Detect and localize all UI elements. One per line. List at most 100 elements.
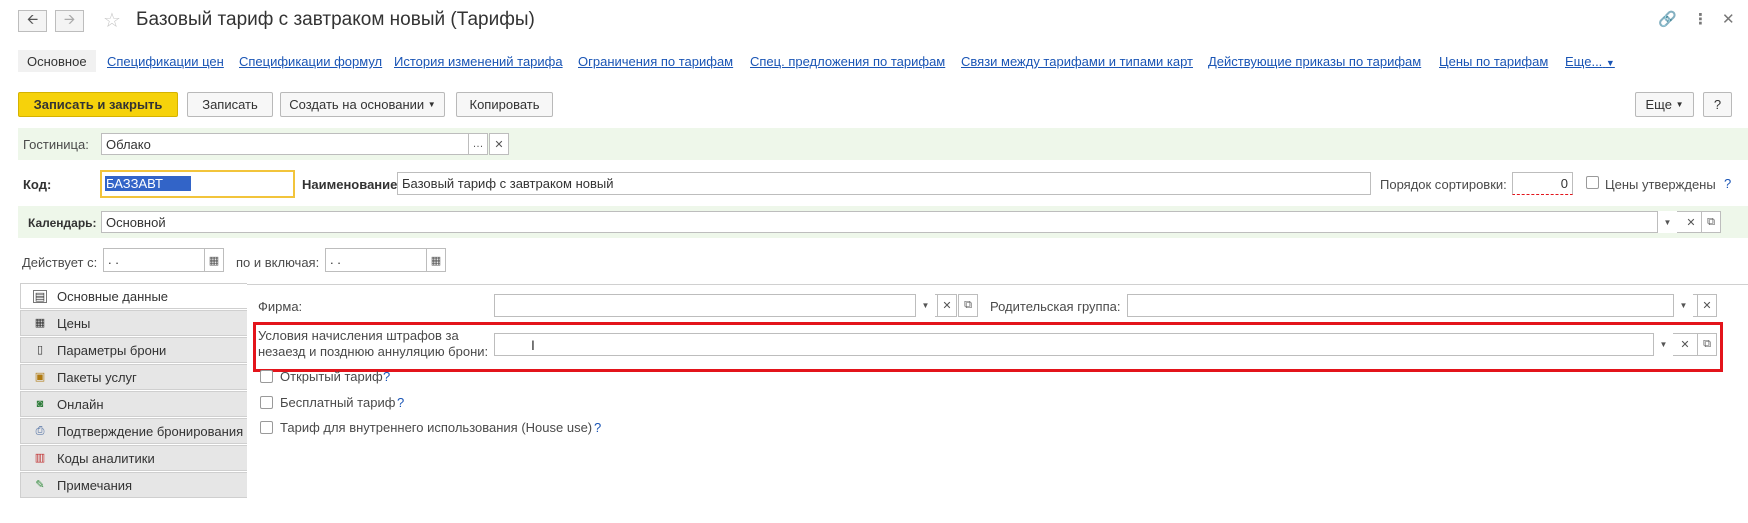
prices-approved-help[interactable]: ? bbox=[1724, 176, 1731, 191]
parent-group-field[interactable] bbox=[1127, 294, 1698, 317]
nav-link-card-links[interactable]: Связи между тарифами и типами карт bbox=[961, 54, 1193, 69]
create-based-button[interactable]: Создать на основании ▼ bbox=[280, 92, 445, 117]
firm-clear-button[interactable]: ✕ bbox=[937, 294, 957, 317]
link-icon[interactable]: 🔗 bbox=[1658, 10, 1677, 28]
code-value: БАЗЗАВТ bbox=[105, 176, 191, 191]
hotel-select-button[interactable]: … bbox=[468, 133, 488, 155]
parent-group-clear-button[interactable]: ✕ bbox=[1697, 294, 1717, 317]
calendar-dropdown-button[interactable]: ▼ bbox=[1657, 211, 1677, 233]
prices-approved-checkbox[interactable] bbox=[1586, 176, 1599, 189]
parent-group-dropdown-button[interactable]: ▼ bbox=[1673, 294, 1693, 317]
valid-to-label: по и включая: bbox=[236, 255, 320, 270]
tab-online[interactable]: ◙ Онлайн bbox=[20, 391, 247, 417]
name-field[interactable]: Базовый тариф с завтраком новый bbox=[397, 172, 1371, 195]
nav-current-main[interactable]: Основное bbox=[18, 50, 96, 72]
house-use-label: Тариф для внутреннего использования (Hou… bbox=[280, 420, 593, 435]
free-tariff-checkbox[interactable] bbox=[260, 396, 273, 409]
tab-service-packages-label: Пакеты услуг bbox=[57, 369, 137, 385]
tab-booking-params-label: Параметры брони bbox=[57, 342, 167, 358]
nav-link-restrictions[interactable]: Ограничения по тарифам bbox=[578, 54, 733, 69]
nav-link-prices[interactable]: Цены по тарифам bbox=[1439, 54, 1548, 69]
package-icon: ▣ bbox=[34, 371, 46, 383]
close-icon[interactable]: ✕ bbox=[1722, 10, 1735, 28]
content-area bbox=[247, 284, 1748, 523]
table-icon: ▤ bbox=[33, 290, 47, 303]
prices-approved-label: Цены утверждены bbox=[1605, 177, 1716, 192]
house-use-help[interactable]: ? bbox=[594, 420, 601, 435]
free-tariff-label: Бесплатный тариф bbox=[280, 395, 396, 410]
highlight-box bbox=[253, 322, 1723, 372]
forward-button[interactable]: 🡪 bbox=[55, 10, 84, 32]
chart-icon: ▥ bbox=[34, 452, 46, 464]
nav-link-formula-specs[interactable]: Спецификации формул bbox=[239, 54, 382, 69]
sort-label: Порядок сортировки: bbox=[1380, 177, 1507, 192]
nav-link-orders[interactable]: Действующие приказы по тарифам bbox=[1208, 54, 1421, 69]
nav-link-price-specs[interactable]: Спецификации цен bbox=[107, 54, 224, 69]
hotel-field[interactable]: Облако bbox=[101, 133, 469, 155]
chevron-down-icon: ▼ bbox=[427, 100, 436, 109]
chevron-down-icon: ▼ bbox=[1605, 58, 1615, 68]
arrow-left-icon: 🡨 bbox=[26, 11, 39, 27]
tab-main-data[interactable]: ▤ Основные данные bbox=[20, 283, 247, 309]
nav-link-special-offers[interactable]: Спец. предложения по тарифам bbox=[750, 54, 945, 69]
nav-link-tariff-history[interactable]: История изменений тарифа bbox=[394, 54, 563, 69]
tab-analytics-codes-label: Коды аналитики bbox=[57, 450, 155, 466]
firm-label: Фирма: bbox=[258, 299, 303, 314]
calendar-open-button[interactable]: ⧉ bbox=[1701, 211, 1721, 233]
tab-prices[interactable]: ▦ Цены bbox=[20, 310, 247, 336]
chevron-down-icon: ▼ bbox=[1675, 100, 1684, 109]
valid-from-calendar-button[interactable]: ▦ bbox=[204, 248, 224, 272]
pencil-icon: ✎ bbox=[35, 479, 45, 491]
open-tariff-label: Открытый тариф bbox=[280, 369, 383, 384]
window-title: Базовый тариф с завтраком новый (Тарифы) bbox=[136, 9, 535, 30]
more-label: Еще bbox=[1645, 97, 1672, 112]
sort-field[interactable]: 0 bbox=[1512, 172, 1573, 195]
firm-field[interactable] bbox=[494, 294, 946, 317]
document-icon: ▯ bbox=[36, 344, 44, 356]
calendar-label: Календарь: bbox=[28, 216, 97, 230]
chevron-down-icon: ▼ bbox=[921, 301, 930, 310]
house-use-checkbox[interactable] bbox=[260, 421, 273, 434]
code-field[interactable]: БАЗЗАВТ bbox=[100, 170, 295, 198]
globe-icon: ◙ bbox=[36, 398, 44, 410]
valid-to-field[interactable]: . . bbox=[325, 248, 427, 272]
tab-notes[interactable]: ✎ Примечания bbox=[20, 472, 247, 498]
parent-group-label: Родительская группа: bbox=[990, 299, 1121, 314]
star-icon[interactable]: ☆ bbox=[103, 8, 121, 33]
tab-booking-confirmation[interactable]: ⎙ Подтверждение бронирования bbox=[20, 418, 247, 444]
open-window-icon: ⧉ bbox=[964, 299, 972, 311]
valid-from-label: Действует с: bbox=[22, 255, 98, 270]
valid-to-calendar-button[interactable]: ▦ bbox=[426, 248, 446, 272]
grid-icon: ▦ bbox=[34, 317, 46, 329]
kebab-icon[interactable]: ⋮ bbox=[1693, 10, 1708, 28]
nav-link-more[interactable]: Еще... ▼ bbox=[1565, 54, 1615, 69]
chevron-down-icon: ▼ bbox=[1663, 217, 1672, 227]
hotel-clear-button[interactable]: ✕ bbox=[489, 133, 509, 155]
calendar-clear-button[interactable]: ✕ bbox=[1681, 211, 1701, 233]
nav-more-label: Еще... bbox=[1565, 54, 1603, 69]
name-label: Наименование: bbox=[302, 177, 402, 192]
copy-button[interactable]: Копировать bbox=[456, 92, 553, 117]
firm-dropdown-button[interactable]: ▼ bbox=[915, 294, 935, 317]
valid-from-field[interactable]: . . bbox=[103, 248, 205, 272]
section-nav: Основное Спецификации цен Спецификации ф… bbox=[18, 50, 1748, 72]
more-button[interactable]: Еще ▼ bbox=[1635, 92, 1694, 117]
chevron-down-icon: ▼ bbox=[1679, 301, 1688, 310]
calendar-icon: ▦ bbox=[430, 254, 442, 267]
tab-service-packages[interactable]: ▣ Пакеты услуг bbox=[20, 364, 247, 390]
printer-icon: ⎙ bbox=[35, 425, 45, 437]
back-button[interactable]: 🡨 bbox=[18, 10, 47, 32]
help-button[interactable]: ? bbox=[1703, 92, 1732, 117]
save-and-close-button[interactable]: Записать и закрыть bbox=[18, 92, 178, 117]
tab-analytics-codes[interactable]: ▥ Коды аналитики bbox=[20, 445, 247, 471]
create-based-label: Создать на основании bbox=[289, 97, 425, 112]
open-tariff-help[interactable]: ? bbox=[383, 369, 390, 384]
calendar-field[interactable]: Основной bbox=[101, 211, 1721, 233]
tab-booking-params[interactable]: ▯ Параметры брони bbox=[20, 337, 247, 363]
save-button[interactable]: Записать bbox=[187, 92, 273, 117]
free-tariff-help[interactable]: ? bbox=[397, 395, 404, 410]
firm-open-button[interactable]: ⧉ bbox=[958, 294, 978, 317]
open-tariff-checkbox[interactable] bbox=[260, 370, 273, 383]
open-window-icon: ⧉ bbox=[1707, 215, 1715, 228]
tab-prices-label: Цены bbox=[57, 315, 91, 331]
